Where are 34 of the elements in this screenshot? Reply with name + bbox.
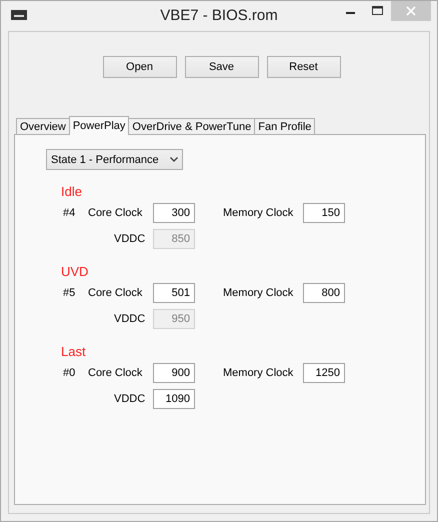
section-title: Last bbox=[61, 344, 87, 360]
maximize-icon bbox=[372, 6, 384, 16]
action-button[interactable]: Save bbox=[184, 56, 258, 78]
state-dropdown[interactable]: State 1 - Performance bbox=[46, 149, 183, 170]
field-label: Core Clock bbox=[88, 207, 144, 219]
state-index: #4 bbox=[63, 207, 76, 219]
core-clock-field[interactable]: 501 bbox=[153, 283, 195, 303]
memory-clock-field[interactable]: 1250 bbox=[303, 363, 345, 383]
field-label: Memory Clock bbox=[223, 367, 294, 379]
core-clock-field[interactable]: 900 bbox=[153, 363, 195, 383]
field-label: Core Clock bbox=[88, 367, 144, 379]
vddc-field[interactable]: 1090 bbox=[153, 389, 195, 409]
section-title: UVD bbox=[61, 264, 90, 280]
field-label: VDDC bbox=[113, 233, 146, 245]
field-label: Memory Clock bbox=[223, 207, 294, 219]
action-button[interactable]: Open bbox=[102, 56, 176, 78]
close-icon bbox=[406, 6, 416, 16]
memory-clock-field[interactable]: 800 bbox=[303, 283, 345, 303]
chip-icon bbox=[11, 10, 27, 20]
field-label: VDDC bbox=[113, 393, 146, 405]
window-title: VBE7 - BIOS.rom bbox=[160, 7, 278, 24]
section-title: Idle bbox=[61, 184, 83, 200]
chevron-icon bbox=[170, 157, 178, 162]
memory-clock-field[interactable]: 150 bbox=[303, 203, 345, 223]
state-index: #5 bbox=[63, 287, 76, 299]
field-label: Core Clock bbox=[88, 287, 144, 299]
state-index: #0 bbox=[63, 367, 76, 379]
core-clock-field[interactable]: 300 bbox=[153, 203, 195, 223]
action-button[interactable]: Reset bbox=[266, 56, 340, 78]
field-label: VDDC bbox=[113, 313, 146, 325]
tab[interactable]: Overview bbox=[16, 118, 70, 135]
tab[interactable]: PowerPlay bbox=[68, 116, 130, 135]
field-label: Memory Clock bbox=[223, 287, 294, 299]
tab[interactable]: Fan Profile bbox=[254, 118, 316, 135]
